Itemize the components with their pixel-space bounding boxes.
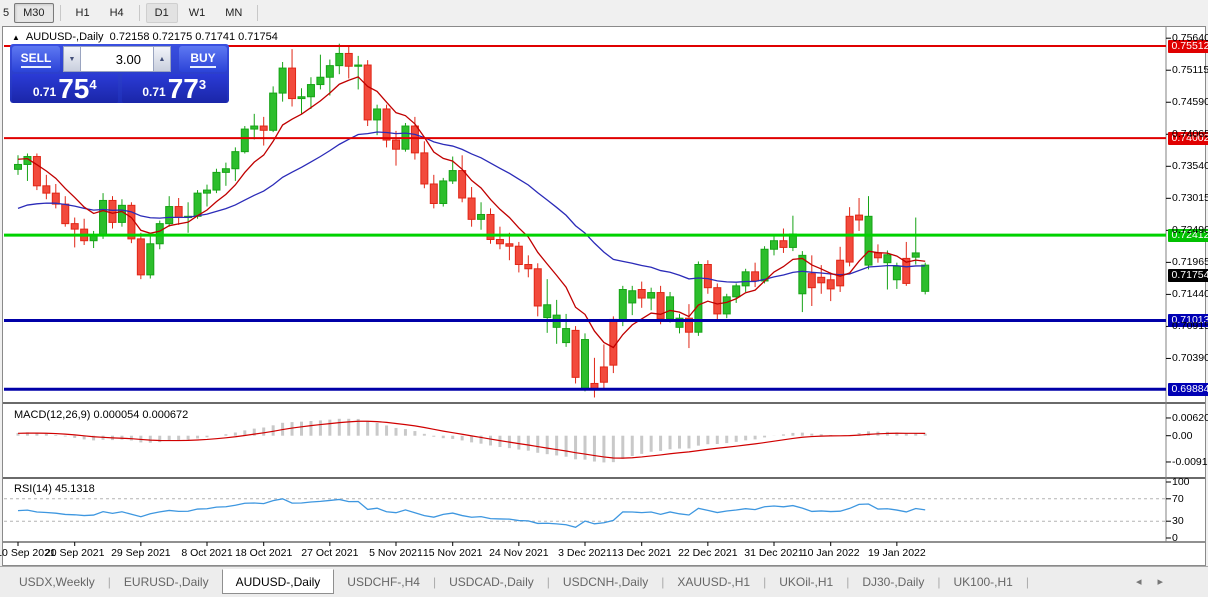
toolbar-separator [60,5,61,21]
timeframe-button-w1[interactable]: W1 [180,3,215,23]
chart-tab-audusd[interactable]: AUDUSD-,Daily [222,569,335,594]
lot-size-input[interactable]: 3.00 [81,46,153,72]
chart-tab-eurusd[interactable]: EURUSD-,Daily [111,571,222,593]
chart-tab-ukoil[interactable]: UKOil-,H1 [766,571,846,593]
chevron-up-icon: ▲ [159,56,166,63]
timeframe-toolbar: 5M30 H1H4 D1W1MN [0,0,1208,26]
buy-button[interactable]: BUY [179,46,227,72]
sell-button[interactable]: SELL [12,46,60,72]
sell-price-big-digits: 75 [58,76,89,102]
chart-tab-xauusd[interactable]: XAUUSD-,H1 [664,571,763,593]
chart-tab-bar: USDX,Weekly|EURUSD-,DailyAUDUSD-,DailyUS… [0,566,1208,597]
buy-price-pip-digit: 3 [199,77,206,92]
chart-window [2,26,1206,566]
timeframe-button-d1[interactable]: D1 [146,3,178,23]
chart-symbol-label: AUDUSD-,Daily [26,31,104,43]
timeframe-button-m30[interactable]: M30 [14,3,53,23]
chart-title: ▲ AUDUSD-,Daily 0.72158 0.72175 0.71741 0… [12,31,278,43]
buy-price-display[interactable]: 0.71 77 3 [122,74,228,103]
timeframe-button-h4[interactable]: H4 [101,3,133,23]
lot-decrease-button[interactable]: ▼ [63,46,81,72]
timeframe-button-mn[interactable]: MN [216,3,251,23]
one-click-trade-panel: SELL ▼ 3.00 ▲ BUY 0.71 75 4 0.71 77 3 [10,44,229,103]
tab-scroll-right-icon[interactable]: ▸ [1157,575,1163,588]
sell-price-display[interactable]: 0.71 75 4 [12,74,118,103]
timeframe-button-h1[interactable]: H1 [67,3,99,23]
collapse-panel-icon[interactable]: ▲ [12,33,20,42]
chart-tab-usdcad[interactable]: USDCAD-,Daily [436,571,547,593]
toolbar-separator [139,5,140,21]
lot-increase-button[interactable]: ▲ [153,46,171,72]
chart-ohlc-values: 0.72158 0.72175 0.71741 0.71754 [110,31,278,43]
chart-tab-uk100[interactable]: UK100-,H1 [940,571,1025,593]
trading-platform-window: 5M30H1H4D1W1MN 0.755120.740020.724120.71… [0,0,1208,597]
chart-tab-usdcnh[interactable]: USDCNH-,Daily [550,571,661,593]
buy-price-prefix: 0.71 [142,85,165,99]
timeframe-button-partial[interactable]: 5 [0,3,12,23]
chart-tab-dj30[interactable]: DJ30-,Daily [849,571,937,593]
sell-price-prefix: 0.71 [33,85,56,99]
sell-price-pip-digit: 4 [89,77,96,92]
buy-price-big-digits: 77 [168,76,199,102]
tab-scroll-arrows: ◂ ▸ [1136,575,1163,588]
tab-scroll-left-icon[interactable]: ◂ [1136,575,1142,588]
chart-tab-usdx[interactable]: USDX,Weekly [6,571,108,593]
chart-tab-usdchf[interactable]: USDCHF-,H4 [334,571,433,593]
chevron-down-icon: ▼ [69,56,76,63]
tab-separator: | [1026,575,1029,589]
toolbar-separator [257,5,258,21]
